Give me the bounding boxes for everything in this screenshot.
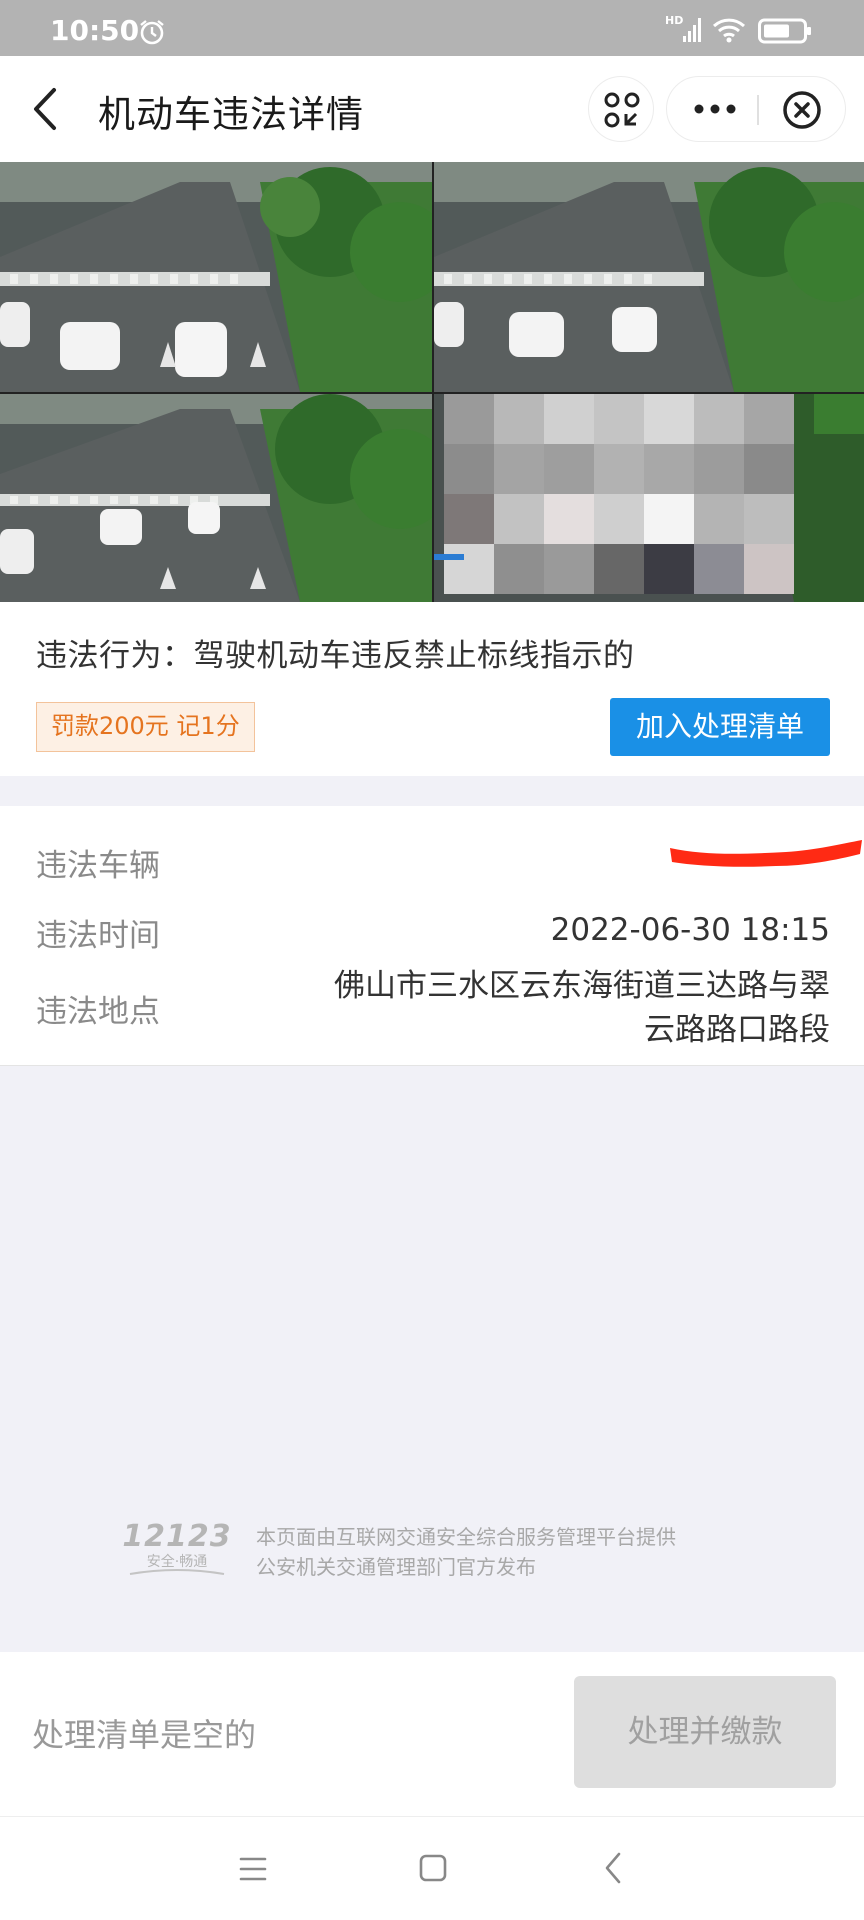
nav-back-icon[interactable] [602, 1851, 624, 1885]
footer-brand: 12123 安全·畅通 本页面由互联网交通安全综合服务管理平台提供 公安机关交通… [0, 1510, 864, 1590]
logo-slogan: 安全·畅通 [147, 1553, 207, 1570]
page-title: 机动车违法详情 [98, 93, 364, 136]
empty-list-text: 处理清单是空的 [32, 1716, 257, 1754]
violation-details: 违法车辆 违法时间 2022-06-30 18:15 违法地点 佛山市三水区云东… [0, 806, 864, 1066]
location-label: 违法地点 [36, 994, 160, 1030]
footer-line-2: 公安机关交通管理部门官方发布 [256, 1555, 536, 1579]
scan-icon [604, 92, 640, 128]
system-nav-bar [0, 1816, 864, 1920]
evidence-photo-4-pixelated[interactable] [434, 394, 864, 602]
time-label: 违法时间 [36, 918, 160, 954]
menu-capsule [666, 76, 846, 142]
scan-button[interactable] [588, 76, 654, 142]
wifi-icon [712, 18, 746, 43]
evidence-photo-2[interactable] [434, 162, 864, 392]
evidence-photo-3[interactable] [0, 394, 432, 602]
location-line-2: 云路路口路段 [644, 1012, 830, 1048]
violation-summary-card: 违法行为：驾驶机动车违反禁止标线指示的 罚款200元 记1分 加入处理清单 [0, 602, 864, 776]
12123-logo: 12123 安全·畅通 [122, 1519, 231, 1575]
capsule-divider [757, 95, 759, 125]
more-options-icon[interactable] [691, 98, 739, 120]
recent-apps-icon[interactable] [238, 1855, 268, 1883]
battery-icon [758, 18, 811, 44]
alarm-clock-icon [140, 20, 164, 45]
status-time: 10:50 [50, 14, 140, 47]
penalty-badge: 罚款200元 记1分 [36, 702, 255, 752]
footer-text: 本页面由互联网交通安全综合服务管理平台提供 公安机关交通管理部门官方发布 [256, 1522, 676, 1582]
hd-badge: HD [665, 14, 683, 27]
vehicle-plate-redaction [670, 840, 862, 867]
process-and-pay-button[interactable]: 处理并缴款 [574, 1676, 836, 1788]
vehicle-label: 违法车辆 [36, 848, 160, 884]
footer-line-1: 本页面由互联网交通安全综合服务管理平台提供 [256, 1525, 676, 1549]
location-value: 佛山市三水区云东海街道三达路与翠 云路路口路段 [334, 964, 830, 1052]
evidence-photos [0, 162, 864, 602]
bottom-action-bar: 处理清单是空的 处理并缴款 [0, 1652, 864, 1816]
app-header: 机动车违法详情 [0, 56, 864, 162]
home-icon[interactable] [418, 1853, 448, 1883]
back-arrow-icon[interactable] [28, 84, 64, 134]
evidence-photo-1[interactable] [0, 162, 432, 392]
signal-hd-icon: HD [665, 14, 701, 42]
time-value: 2022-06-30 18:15 [550, 912, 830, 948]
add-to-list-button[interactable]: 加入处理清单 [610, 698, 830, 756]
status-bar: 10:50 HD [0, 0, 864, 56]
violation-behavior: 违法行为：驾驶机动车违反禁止标线指示的 [36, 638, 635, 674]
location-line-1: 佛山市三水区云东海街道三达路与翠 [334, 968, 830, 1004]
close-icon[interactable] [781, 89, 823, 131]
logo-number: 12123 [122, 1519, 231, 1554]
